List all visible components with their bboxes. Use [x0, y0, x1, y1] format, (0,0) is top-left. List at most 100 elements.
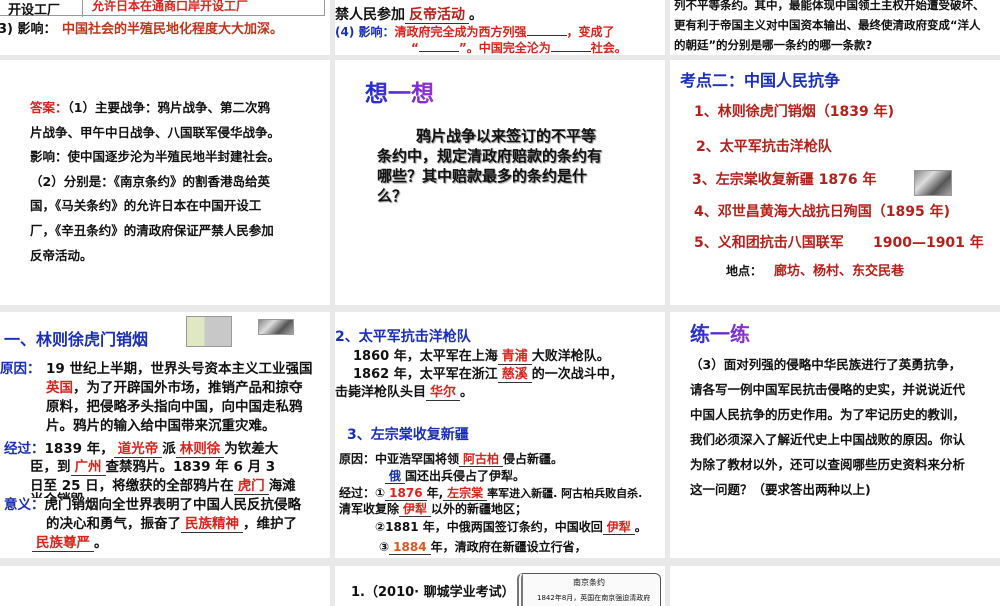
answer: 英国 — [46, 380, 73, 396]
slide-bottom-right[interactable] — [670, 566, 1000, 606]
line-2: (4) 影响：清政府完全成为西方列强 ，变成了 — [335, 23, 615, 40]
text-line: 经过：① 1876 年, 左宗棠 率军进入新疆. 阿古柏兵败自杀. — [339, 484, 642, 501]
text: 臣，到 — [30, 459, 71, 475]
text-line: 俄国还出兵侵占了伊犁。 — [385, 467, 525, 484]
slide-think[interactable]: 想一想 鸦片战争以来签订的不平等条约中，规定清政府赔款的条约有哪些？其中赔款最多… — [335, 60, 665, 305]
text-line: ②1881 年，中俄两国签订条约，中国收回 伊犁。 — [375, 518, 647, 535]
table-divider — [82, 0, 83, 17]
process-line: 臣，到 广州 查禁鸦片。1839 年 6 月 3 — [30, 455, 275, 476]
text: 的决心和勇气，振奋了 — [46, 516, 181, 532]
practice-line: 这一问题？（要求答出两种以上) — [690, 482, 871, 497]
scroll-image: 南京条约 1842年8月，英国在南京强迫清政府 — [517, 573, 661, 606]
kaodian-item: 5、义和团抗击八国联军 1900—1901 年 — [694, 235, 984, 251]
process-line: 经过：1839 年， 道光帝派林则徐 为钦差大 — [4, 437, 278, 458]
slide-top-right[interactable]: 列不平等条约。其中，最能体现中国领土主权开始遭受破坏、 更有利于帝国主义对中国资… — [670, 0, 1000, 55]
slide-kaodian[interactable]: 考点二：中国人民抗争 1、林则徐虎门销烟（1839 年) 2、太平军抗击洋枪队 … — [670, 60, 1000, 305]
answer-line: （2）分别是：《南京条约》的割香港岛给英 — [30, 174, 270, 189]
meaning-line: 意义：虎门销烟向全世界表明了中国人民反抗侵略 — [4, 493, 301, 513]
text-line: ③ 1884 年，清政府在新疆设立行省， — [379, 538, 587, 555]
text: 大败洋枪队。 — [531, 349, 610, 364]
slide-taiping[interactable]: 2、太平军抗击洋枪队 1860 年，太平军在上海 青浦 大败洋枪队。 1862 年，… — [335, 312, 665, 558]
question-line-2: 更有利于帝国主义对中国资本输出、最终使清政府变成“洋人 — [674, 18, 981, 32]
scroll-line: 1842年8月，英国在南京强迫清政府 — [537, 594, 651, 602]
text: 年, — [426, 486, 444, 500]
slide-top-mid[interactable]: 禁人民参加 反帝活动。 (4) 影响：清政府完全成为西方列强 ，变成了 “ ”。中国完… — [335, 0, 665, 55]
text: 为了开辟国外市场，推销产品和掠夺 — [86, 380, 303, 396]
answer-line: 反帝活动。 — [30, 248, 93, 263]
text: 清军收复除 — [339, 502, 400, 516]
text: 禁人民参加 — [335, 7, 405, 23]
text: （1）主要战争：鸦片战争、第二次鸦 — [67, 100, 270, 115]
section-title: 一、林则徐虎门销烟 — [4, 330, 149, 349]
cause-label: 原因： — [0, 361, 41, 377]
blank — [418, 40, 459, 52]
slide-practice[interactable]: 练一练 （3）面对列强的侵略中华民族进行了英勇抗争， 请各写一例中国军民抗击侵略… — [670, 312, 1000, 558]
blank — [526, 24, 567, 36]
text-line: 1860 年，太平军在上海 青浦 大败洋枪队。 — [353, 345, 610, 365]
text: 率军进入新疆. 阿古柏兵败自杀. — [487, 487, 643, 500]
slide-linzexu[interactable]: 一、林则徐虎门销烟 原因： 19 世纪上半期，世界头号资本主义工业强国 英国，为… — [0, 312, 330, 558]
text: 原因：中亚浩罕国将领 — [339, 452, 460, 466]
text: 海滩 — [268, 478, 296, 494]
text: 1860 年，太平军在上海 — [353, 349, 498, 364]
exam-title: 1.（2010· 聊城学业考试） — [351, 585, 515, 600]
line-1: 禁人民参加 反帝活动。 — [335, 4, 483, 24]
text: 1862 年，太平军在浙江 — [353, 367, 498, 382]
answer: 阿古柏 — [459, 452, 504, 467]
photo-image — [258, 319, 294, 335]
cause-line: 片。鸦片的输入给中国带来沉重灾难。 — [46, 418, 276, 434]
text: 经过：① — [339, 486, 386, 500]
photo-thumbnail — [914, 170, 952, 196]
text: 。 — [460, 385, 474, 400]
slide-exam[interactable]: 1.（2010· 聊城学业考试） 南京条约 1842年8月，英国在南京强迫清政府 — [335, 566, 665, 606]
kaodian-item: 2、太平军抗击洋枪队 — [696, 139, 832, 155]
text-line: 击毙洋枪队头目 华尔。 — [335, 381, 474, 401]
table-cell-right: 允许日本在通商口岸开设工厂 — [92, 0, 249, 13]
practice-title: 练一练 — [690, 318, 750, 347]
slide-bottom-left[interactable] — [0, 566, 330, 606]
meaning-line: 民族尊严。 — [32, 531, 108, 552]
answer: 1884 — [389, 540, 431, 555]
text: 以外的新疆地区； — [431, 502, 528, 516]
text: 社会。 — [590, 41, 627, 55]
blank — [550, 40, 591, 52]
text: ，变成了 — [566, 25, 615, 39]
slide-answer[interactable]: 答案：（1）主要战争：鸦片战争、第二次鸦 片战争、甲午中日战争、八国联军侵华战争… — [0, 60, 330, 305]
text: 国还出兵侵占了伊犁。 — [405, 469, 526, 483]
practice-line: 为除了教材以外，还可以查阅哪些历史资料来分析 — [690, 457, 966, 472]
text-line: 原因：中亚浩罕国将领 阿古柏 侵占新疆。 — [339, 450, 563, 467]
cause-line: 19 世纪上半期，世界头号资本主义工业强国 — [46, 361, 313, 377]
answer-line: 厂，《辛丑条约》的清政府保证严禁人民参加 — [30, 223, 274, 238]
answer-line: 国，《马关条约》的允许日本在中国开设工 — [30, 198, 262, 213]
text-line: 1862 年，太平军在浙江 慈溪 的一次战斗中， — [353, 363, 623, 383]
cause-line: 原料，把侵略矛头指向中国，向中国走私鸦 — [46, 399, 303, 415]
answer: 民族精神 — [181, 516, 243, 533]
practice-line: 我们必须深入了解近代史上中国战败的原因。你认 — [690, 432, 966, 447]
answer: 民族尊严 — [32, 535, 94, 552]
text: 。 — [94, 535, 108, 551]
impact-label: (3) 影响： — [0, 22, 57, 37]
section-title: 3、左宗棠收复新疆 — [347, 427, 469, 443]
impact-label: (4) 影响： — [335, 25, 395, 39]
question-line-3: 的朝廷”的分别是哪一条约的哪一条款? — [674, 38, 873, 52]
treaty-table: 开设工厂 允许日本在通商口岸开设工厂 — [0, 0, 325, 18]
impact-text: 中国社会的半殖民地化程度大大加深。 — [62, 22, 284, 37]
place-label: 地点： — [726, 264, 763, 278]
meaning-line: 的决心和勇气，振奋了 民族精神 ，维护了 — [46, 512, 297, 533]
kaodian-item: 3、左宗棠收复新疆 1876 年 — [692, 172, 877, 188]
slide-top-left[interactable]: 开设工厂 允许日本在通商口岸开设工厂 (3) 影响： 中国社会的半殖民地化程度大… — [0, 0, 330, 55]
line-3: “ ”。中国完全沦为 社会。 — [411, 39, 627, 55]
cause-line: 英国，为了开辟国外市场，推销产品和掠夺 — [46, 380, 303, 396]
think-text: 鸦片战争以来签订的不平等条约中，规定清政府赔款的条约有哪些？其中赔款最多的条约是… — [377, 127, 603, 205]
answer: 伊犁 — [602, 520, 635, 535]
text: 年，清政府在新疆设立行省， — [430, 540, 587, 554]
answer: 慈溪 — [497, 367, 532, 383]
text: 击毙洋枪队头目 — [335, 385, 427, 400]
text: ②1881 年，中俄两国签订条约，中国收回 — [375, 520, 603, 534]
question-line-1: 列不平等条约。其中，最能体现中国领土主权开始遭受破坏、 — [674, 0, 985, 12]
kaodian-title: 考点二：中国人民抗争 — [680, 71, 841, 90]
kaodian-item: 1、林则徐虎门销烟（1839 年) — [694, 104, 894, 120]
text: ”。中国完全沦为 — [458, 41, 551, 55]
text: ③ — [379, 540, 390, 554]
text-line: 清军收复除 伊犁 以外的新疆地区； — [339, 500, 527, 517]
